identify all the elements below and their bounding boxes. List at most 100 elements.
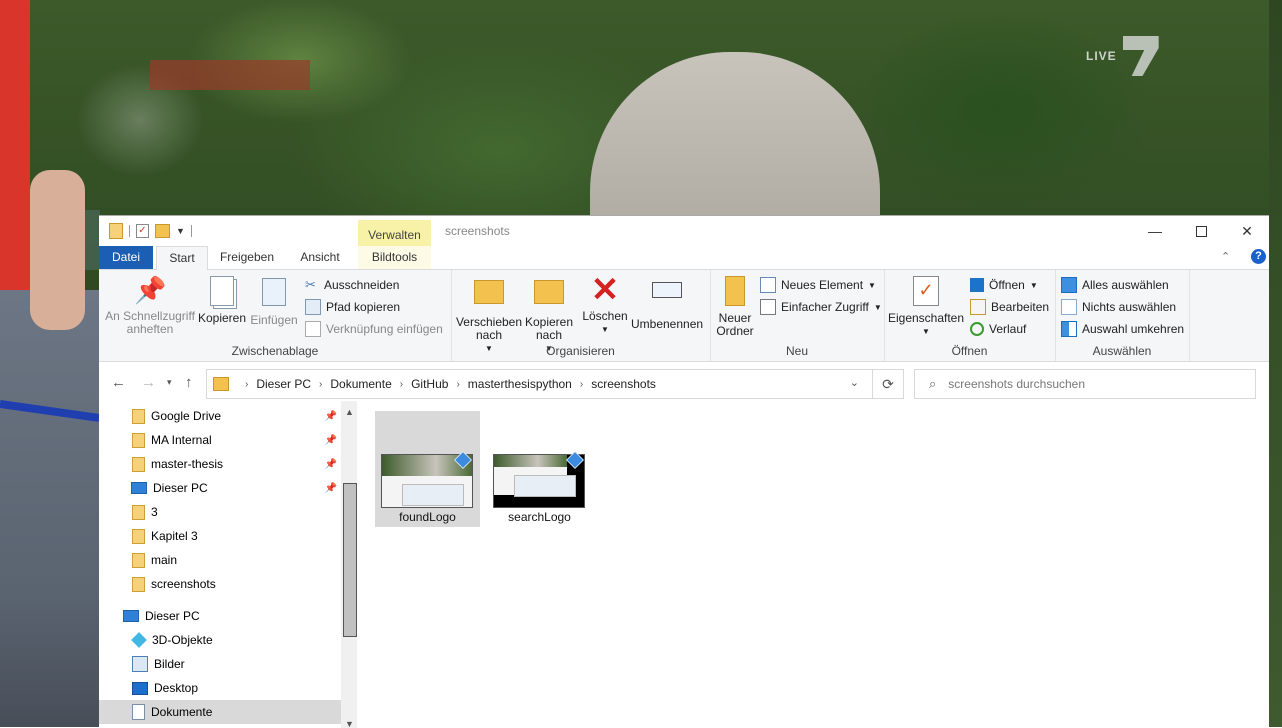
tab-freigeben[interactable]: Freigeben bbox=[212, 246, 282, 269]
breadcrumb-item[interactable]: masterthesispython bbox=[468, 377, 572, 391]
nav-item-label: main bbox=[151, 553, 178, 567]
scrollbar-thumb[interactable] bbox=[343, 483, 357, 637]
cut-button[interactable]: ✂ Ausschneiden bbox=[305, 276, 399, 294]
nav-item-3d-objekte[interactable]: 3D-Objekte bbox=[99, 628, 341, 652]
maximize-icon bbox=[1195, 225, 1207, 237]
breadcrumb-item[interactable]: Dokumente bbox=[330, 377, 391, 391]
tab-datei[interactable]: Datei bbox=[99, 246, 153, 269]
folder-icon bbox=[213, 377, 229, 391]
desktop-icon bbox=[132, 681, 148, 695]
tab-start[interactable]: Start bbox=[156, 246, 208, 270]
nav-item-label: Kapitel 3 bbox=[151, 529, 198, 543]
breadcrumb-separator-icon: › bbox=[399, 378, 404, 390]
nav-item-google-drive[interactable]: Google Drive 📌 bbox=[99, 404, 341, 428]
close-button[interactable]: ✕ bbox=[1224, 216, 1269, 246]
easy-access-button[interactable]: Einfacher Zugriff ▼ bbox=[760, 298, 882, 316]
up-button[interactable]: ↑ bbox=[185, 374, 193, 391]
paste-shortcut-label: Verknüpfung einfügen bbox=[326, 322, 443, 336]
delete-button[interactable]: ✕ Löschen ▼ bbox=[579, 273, 631, 336]
nav-item-3[interactable]: 3 bbox=[99, 500, 341, 524]
tab-bildtools[interactable]: Bildtools bbox=[358, 246, 431, 269]
copy-to-button[interactable]: Kopieren nach ▼ bbox=[523, 274, 575, 355]
history-button[interactable]: Verlauf bbox=[970, 320, 1026, 338]
forward-button[interactable]: → bbox=[141, 374, 156, 391]
collapse-ribbon-icon[interactable]: ⌃ bbox=[1221, 250, 1230, 263]
nav-item-dokumente[interactable]: Dokumente bbox=[99, 700, 341, 724]
nav-item-master-thesis[interactable]: master-thesis 📌 bbox=[99, 452, 341, 476]
new-folder-button[interactable]: Neuer Ordner bbox=[712, 274, 758, 338]
address-history-chevron-icon[interactable]: ⌄ bbox=[850, 376, 859, 389]
nav-item-dieser-pc[interactable]: Dieser PC bbox=[99, 604, 341, 628]
select-none-button[interactable]: Nichts auswählen bbox=[1061, 298, 1176, 316]
edit-icon bbox=[970, 299, 986, 315]
pin-quick-access-button[interactable]: 📌 An Schnellzugriff anheften bbox=[105, 274, 195, 336]
folder-icon bbox=[132, 576, 145, 592]
copy-icon bbox=[206, 276, 238, 308]
copy-path-button[interactable]: Pfad kopieren bbox=[305, 298, 400, 316]
folder-icon bbox=[132, 528, 145, 544]
minimize-button[interactable]: — bbox=[1132, 216, 1178, 246]
chevron-down-icon: ▼ bbox=[1029, 280, 1038, 290]
move-to-button[interactable]: Verschieben nach ▼ bbox=[455, 274, 523, 355]
path-icon bbox=[305, 299, 321, 315]
nav-item-desktop[interactable]: Desktop bbox=[99, 676, 341, 700]
breadcrumb-separator-icon: › bbox=[579, 378, 584, 390]
nav-item-bilder[interactable]: Bilder bbox=[99, 652, 341, 676]
search-box[interactable]: ⌕ screenshots durchsuchen bbox=[914, 369, 1256, 399]
invert-selection-icon bbox=[1061, 321, 1077, 337]
invert-selection-label: Auswahl umkehren bbox=[1082, 322, 1185, 336]
rename-button[interactable]: Umbenennen bbox=[631, 274, 703, 331]
select-all-button[interactable]: Alles auswählen bbox=[1061, 276, 1169, 294]
title-bar: ✓ ▼ Verwalten screenshots — ✕ bbox=[99, 216, 1269, 250]
paste-button[interactable]: Einfügen bbox=[249, 274, 299, 327]
edit-button[interactable]: Bearbeiten bbox=[970, 298, 1049, 316]
search-icon: ⌕ bbox=[929, 376, 937, 391]
address-bar[interactable]: › Dieser PC › Dokumente › GitHub › maste… bbox=[206, 369, 904, 399]
nav-item-screenshots[interactable]: screenshots bbox=[99, 572, 341, 596]
properties-check-icon[interactable]: ✓ bbox=[136, 224, 149, 238]
invert-selection-button[interactable]: Auswahl umkehren bbox=[1061, 320, 1184, 338]
breadcrumb-item[interactable]: Dieser PC bbox=[256, 377, 311, 391]
pinned-icon: 📌 bbox=[324, 410, 337, 422]
file-item-foundlogo[interactable]: foundLogo bbox=[375, 411, 480, 527]
shortcut-icon bbox=[305, 321, 321, 337]
new-item-label: Neues Element bbox=[781, 278, 864, 292]
group-oeffnen: ✓ Eigenschaften ▼ Öffnen ▼ Bearbeiten Ve… bbox=[884, 270, 1056, 361]
help-icon[interactable]: ? bbox=[1251, 249, 1266, 264]
folder-icon bbox=[109, 223, 123, 239]
folder-icon bbox=[132, 408, 145, 424]
nav-item-dieser-pc-pinned[interactable]: Dieser PC 📌 bbox=[99, 476, 341, 500]
properties-button[interactable]: ✓ Eigenschaften ▼ bbox=[886, 274, 966, 338]
nav-item-main[interactable]: main bbox=[99, 548, 341, 572]
scroll-up-icon[interactable]: ▲ bbox=[345, 407, 354, 417]
refresh-button[interactable]: ⟳ bbox=[872, 369, 904, 399]
file-item-searchlogo[interactable]: searchLogo bbox=[487, 411, 592, 527]
new-folder-qat-icon[interactable] bbox=[155, 224, 170, 238]
open-button[interactable]: Öffnen ▼ bbox=[970, 276, 1038, 294]
folder-icon bbox=[132, 504, 145, 520]
search-placeholder: screenshots durchsuchen bbox=[948, 377, 1086, 391]
breadcrumb: › Dieser PC › Dokumente › GitHub › maste… bbox=[237, 377, 656, 391]
paste-shortcut-button[interactable]: Verknüpfung einfügen bbox=[305, 320, 443, 338]
nav-item-label: Google Drive bbox=[151, 409, 222, 423]
qat-dropdown-icon[interactable]: ▼ bbox=[176, 226, 185, 236]
pinned-icon: 📌 bbox=[324, 482, 337, 494]
properties-label: Eigenschaften bbox=[887, 311, 965, 325]
open-label: Öffnen bbox=[989, 278, 1025, 292]
group-zwischenablage: 📌 An Schnellzugriff anheften Kopieren Ei… bbox=[99, 270, 452, 361]
folder-icon bbox=[132, 552, 145, 568]
select-all-icon bbox=[1061, 277, 1077, 293]
new-item-button[interactable]: Neues Element ▼ bbox=[760, 276, 876, 294]
breadcrumb-item[interactable]: GitHub bbox=[411, 377, 448, 391]
easy-access-icon bbox=[760, 299, 776, 315]
maximize-button[interactable] bbox=[1178, 216, 1224, 246]
recent-locations-button[interactable]: ▾ bbox=[167, 377, 172, 388]
copy-button[interactable]: Kopieren bbox=[197, 274, 247, 325]
properties-icon: ✓ bbox=[910, 276, 942, 308]
nav-scrollbar[interactable]: ▲ ▼ bbox=[341, 401, 357, 728]
breadcrumb-item[interactable]: screenshots bbox=[591, 377, 656, 391]
back-button[interactable]: ← bbox=[111, 374, 126, 391]
tab-ansicht[interactable]: Ansicht bbox=[295, 246, 345, 269]
nav-item-ma-internal[interactable]: MA Internal 📌 bbox=[99, 428, 341, 452]
nav-item-kapitel-3[interactable]: Kapitel 3 bbox=[99, 524, 341, 548]
